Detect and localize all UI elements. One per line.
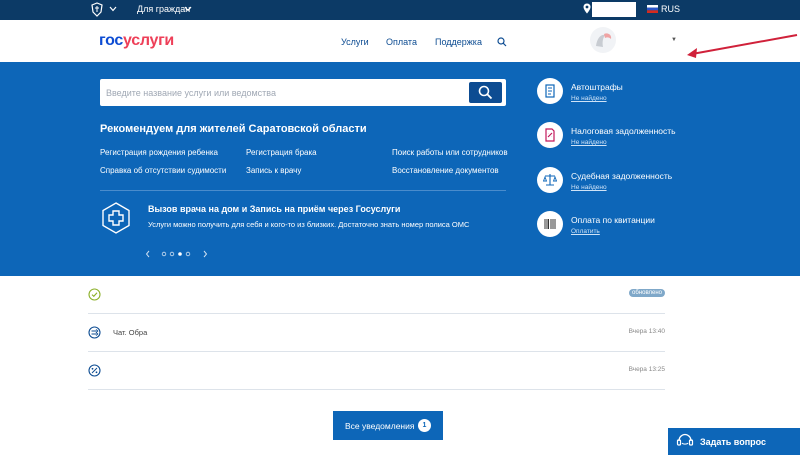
hero-section: Рекомендуем для жителей Саратовской обла… <box>0 62 800 276</box>
recommended-link[interactable]: Запись к врачу <box>246 166 301 175</box>
promo-title[interactable]: Вызов врача на дом и Запись на приём чер… <box>148 204 400 214</box>
logo-part-uslugi: услуги <box>123 32 174 49</box>
side-icon-wrap <box>537 211 563 237</box>
all-notifications-button[interactable]: Все уведомления 1 <box>333 411 443 440</box>
all-notifications-label: Все уведомления <box>345 421 415 431</box>
status-badge: обновлено <box>629 289 665 297</box>
percent-icon <box>88 364 101 377</box>
notification-time: Вчера 13:25 <box>628 366 665 373</box>
support-chat-icon <box>676 433 694 446</box>
side-item-title: Автоштрафы <box>571 82 623 92</box>
header: госуслуги Услуги Оплата Поддержка ▼ <box>0 20 800 62</box>
carousel-controls <box>146 250 208 258</box>
top-bar: Для граждан RUS <box>0 0 800 20</box>
carousel-next-icon[interactable] <box>203 250 208 258</box>
service-search-input[interactable] <box>106 85 466 101</box>
side-item-status[interactable]: Не найдено <box>571 139 607 146</box>
notification-count-badge: 1 <box>418 419 431 432</box>
side-item-title: Оплата по квитанции <box>571 215 655 225</box>
nav-support[interactable]: Поддержка <box>435 37 482 47</box>
audience-switch[interactable]: Для граждан <box>137 4 190 14</box>
side-item-tax[interactable]: Налоговая задолженность Не найдено <box>537 122 697 158</box>
search-button[interactable] <box>469 82 502 103</box>
coat-of-arms-icon[interactable] <box>90 2 104 17</box>
carousel-dot[interactable] <box>185 251 191 257</box>
notification-row[interactable]: Чат. Обра Вчера 13:40 <box>88 314 665 352</box>
language-selector[interactable]: RUS <box>661 4 680 14</box>
barcode-icon <box>544 219 556 229</box>
recommended-link[interactable]: Регистрация рождения ребенка <box>100 148 218 157</box>
fine-doc-icon <box>545 84 555 98</box>
side-item-title: Налоговая задолженность <box>571 126 676 136</box>
side-icon-wrap <box>537 167 563 193</box>
carousel-dot[interactable] <box>169 251 175 257</box>
check-circle-icon <box>88 288 101 301</box>
russian-flag-icon <box>647 5 658 13</box>
side-icon-wrap <box>537 78 563 104</box>
promo-text: Услуги можно получить для себя и кого-то… <box>148 220 470 229</box>
region-selector[interactable] <box>592 2 636 17</box>
avatar[interactable] <box>589 26 617 54</box>
side-item-status[interactable]: Не найдено <box>571 95 607 102</box>
divider <box>100 190 506 191</box>
chevron-down-icon[interactable] <box>109 5 117 13</box>
side-item-court[interactable]: Судебная задолженность Не найдено <box>537 167 697 203</box>
recommended-link[interactable]: Справка об отсутствии судимости <box>100 166 226 175</box>
ask-question-button[interactable]: Задать вопрос <box>668 428 800 455</box>
side-item-status[interactable]: Не найдено <box>571 184 607 191</box>
carousel-prev-icon[interactable] <box>146 250 150 258</box>
recommended-link[interactable]: Восстановление документов <box>392 166 499 175</box>
notification-row[interactable]: обновлено <box>88 276 665 314</box>
tax-doc-icon <box>545 128 555 142</box>
side-item-title: Судебная задолженность <box>571 171 673 181</box>
gosuslugi-logo[interactable]: госуслуги <box>99 32 174 50</box>
ask-question-label: Задать вопрос <box>700 437 767 447</box>
side-item-status[interactable]: Оплатить <box>571 228 600 235</box>
side-icon-wrap <box>537 122 563 148</box>
account-menu-caret-icon[interactable]: ▼ <box>671 37 677 43</box>
notification-text: Чат. Обра <box>113 328 148 337</box>
recommended-link[interactable]: Поиск работы или сотрудников <box>392 148 508 157</box>
chevron-down-icon[interactable] <box>184 5 192 13</box>
annotation-arrow-icon <box>687 34 798 58</box>
nav-services[interactable]: Услуги <box>341 37 369 47</box>
search-icon[interactable] <box>497 37 507 47</box>
service-search <box>100 79 506 106</box>
side-item-fines[interactable]: Автоштрафы Не найдено <box>537 78 697 114</box>
side-item-receipt[interactable]: Оплата по квитанции Оплатить <box>537 211 697 247</box>
notification-row[interactable]: Вчера 13:25 <box>88 352 665 390</box>
recommended-title: Рекомендуем для жителей Саратовской обла… <box>100 123 367 135</box>
medical-cross-icon <box>102 202 130 234</box>
chat-icon <box>88 326 101 339</box>
nav-payment[interactable]: Оплата <box>386 37 417 47</box>
carousel-dot[interactable] <box>161 251 167 257</box>
scales-icon <box>543 174 557 186</box>
recommended-link[interactable]: Регистрация брака <box>246 148 317 157</box>
search-icon <box>478 85 493 100</box>
notification-time: Вчера 13:40 <box>628 328 665 335</box>
logo-part-gos: гос <box>99 32 124 49</box>
carousel-dot-active[interactable] <box>178 252 182 256</box>
location-pin-icon[interactable] <box>583 3 591 14</box>
